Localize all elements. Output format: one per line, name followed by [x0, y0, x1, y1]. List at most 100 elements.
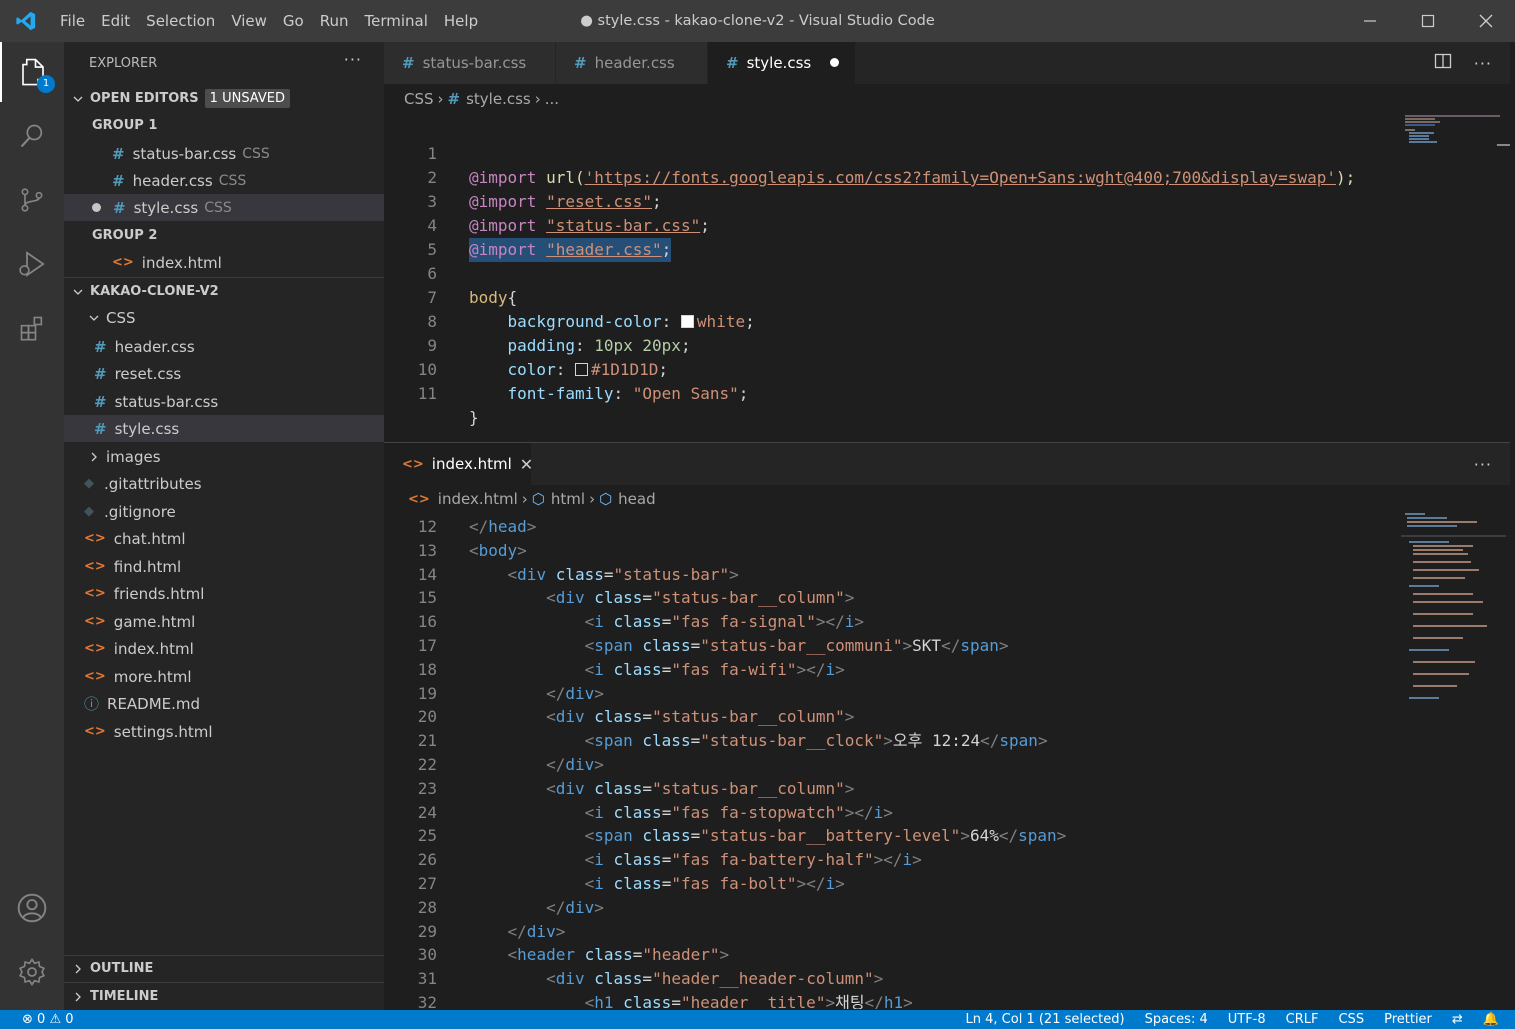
file-header-css[interactable]: # header.css	[64, 333, 384, 360]
activity-source-control[interactable]	[0, 170, 64, 230]
menu-go[interactable]: Go	[275, 0, 312, 42]
file-index-html[interactable]: <> index.html	[64, 635, 384, 662]
code-token: 오후 12:24	[892, 731, 981, 751]
code-token: "Open Sans"	[632, 384, 739, 403]
file-gitattributes[interactable]: ◆ .gitattributes	[64, 470, 384, 497]
open-editor-index-html[interactable]: <> index.html	[64, 249, 384, 276]
cursor-position[interactable]: Ln 4, Col 1 (21 selected)	[956, 1012, 1135, 1027]
line-number: 27	[417, 874, 437, 893]
unsaved-dot-icon[interactable]	[830, 58, 839, 67]
editor-actions: ···	[1434, 42, 1492, 84]
file-reset-css[interactable]: # reset.css	[64, 360, 384, 387]
file-name: index.html	[113, 639, 194, 658]
scrollbar-thumb[interactable]	[1496, 144, 1510, 146]
tab-header-css[interactable]: # header.css	[556, 42, 708, 84]
editor-more-button[interactable]: ···	[1474, 54, 1492, 73]
code-line: 24 <i class="fas fa-stopwatch"></i>	[384, 801, 1394, 825]
file-name: settings.html	[113, 722, 213, 741]
project-section[interactable]: KAKAO-CLONE-V2	[64, 278, 384, 305]
tab-style-css[interactable]: # style.css	[708, 42, 856, 84]
encoding[interactable]: UTF-8	[1218, 1012, 1276, 1027]
activity-extensions[interactable]	[0, 298, 64, 358]
file-readme-md[interactable]: ⓘ README.md	[64, 690, 384, 717]
breadcrumb-node[interactable]: head	[618, 490, 655, 508]
open-editors-section[interactable]: OPEN EDITORS 1 UNSAVED	[64, 85, 384, 112]
group2-header[interactable]: GROUP 2	[64, 222, 384, 249]
tab-index-html[interactable]: <> index.html ✕	[384, 443, 533, 485]
notifications-icon[interactable]: 🔔	[1473, 1012, 1515, 1027]
open-editor-style-css[interactable]: # style.css CSS	[64, 194, 384, 221]
breadcrumb-file[interactable]: style.css	[466, 90, 531, 108]
code-token: i	[825, 659, 836, 679]
file-find-html[interactable]: <> find.html	[64, 553, 384, 580]
unsaved-badge: 1 UNSAVED	[204, 89, 290, 108]
line-number: 19	[417, 683, 437, 703]
breadcrumb-file[interactable]: index.html	[438, 490, 518, 508]
file-friends-html[interactable]: <> friends.html	[64, 580, 384, 607]
file-style-css[interactable]: # style.css	[64, 415, 384, 442]
line-number: 28	[417, 897, 437, 917]
editor-more-button[interactable]: ···	[1474, 455, 1492, 474]
file-game-html[interactable]: <> game.html	[64, 608, 384, 635]
file-more-html[interactable]: <> more.html	[64, 663, 384, 690]
html-file-icon: <>	[84, 531, 106, 546]
explorer-more-button[interactable]: ···	[344, 50, 362, 69]
menu-help[interactable]: Help	[436, 0, 486, 42]
problems-indicator[interactable]: ⊗ 0 ⚠ 0	[0, 1012, 84, 1027]
code-token: </	[546, 755, 566, 774]
formatter[interactable]: Prettier	[1374, 1012, 1442, 1027]
code-content: <i class="fas fa-signal"></i>	[584, 612, 865, 632]
folder-images[interactable]: images	[64, 443, 384, 470]
minimap[interactable]	[1395, 114, 1510, 414]
timeline-section[interactable]: TIMELINE	[64, 983, 384, 1010]
code-editor-style-css[interactable]: 1 @import url('https://fonts.googleapis.…	[384, 114, 1510, 427]
maximize-button[interactable]	[1399, 0, 1457, 42]
code-editor-index-html[interactable]: 12 </head> 13 <body> 14 <div class="status-b…	[384, 513, 1510, 1009]
close-tab-icon[interactable]: ✕	[520, 455, 533, 474]
git-file-icon: ◆	[84, 476, 94, 491]
activity-accounts[interactable]	[0, 878, 64, 938]
breadcrumb-folder[interactable]: CSS	[404, 90, 434, 108]
unsaved-dot-icon[interactable]	[92, 203, 101, 212]
code-token: class	[642, 731, 691, 751]
open-editor-header-css[interactable]: # header.css CSS	[64, 167, 384, 194]
code-token: class	[613, 659, 662, 679]
activity-run-debug[interactable]	[0, 234, 64, 294]
indentation[interactable]: Spaces: 4	[1135, 1012, 1218, 1027]
breadcrumb-symbol[interactable]: ...	[545, 90, 559, 108]
menu-terminal[interactable]: Terminal	[357, 0, 436, 42]
code-line: 2 @import "reset.css";	[384, 142, 1394, 211]
menu-selection[interactable]: Selection	[138, 0, 223, 42]
outline-section[interactable]: OUTLINE	[64, 955, 384, 982]
vscode-logo-icon[interactable]	[0, 0, 52, 42]
menu-run[interactable]: Run	[312, 0, 357, 42]
menu-file[interactable]: File	[52, 0, 93, 42]
activity-search[interactable]	[0, 106, 64, 166]
split-editor-button[interactable]	[1434, 52, 1452, 74]
folder-name: images	[106, 447, 161, 466]
open-editor-status-bar-css[interactable]: # status-bar.css CSS	[64, 140, 384, 167]
group1-header[interactable]: GROUP 1	[64, 112, 384, 139]
end-of-line[interactable]: CRLF	[1276, 1012, 1329, 1027]
minimize-button[interactable]	[1341, 0, 1399, 42]
code-line: 22 </div>	[384, 753, 1394, 777]
file-gitignore[interactable]: ◆ .gitignore	[64, 498, 384, 525]
code-token: <	[584, 636, 595, 655]
activity-explorer[interactable]: 1	[0, 42, 64, 102]
code-token: <	[584, 802, 595, 822]
code-token: i	[844, 612, 855, 632]
breadcrumb-node[interactable]: html	[551, 490, 585, 508]
minimap[interactable]	[1395, 513, 1510, 713]
activity-manage[interactable]	[0, 942, 64, 1002]
file-status-bar-css[interactable]: # status-bar.css	[64, 388, 384, 415]
live-share-icon[interactable]: ⇄	[1442, 1012, 1473, 1027]
tab-status-bar-css[interactable]: # status-bar.css	[384, 42, 556, 84]
code-token: i	[873, 802, 884, 822]
folder-css[interactable]: CSS	[64, 304, 384, 331]
file-settings-html[interactable]: <> settings.html	[64, 718, 384, 745]
menu-edit[interactable]: Edit	[93, 0, 138, 42]
menu-view[interactable]: View	[223, 0, 275, 42]
close-button[interactable]	[1457, 0, 1515, 42]
language-mode[interactable]: CSS	[1328, 1012, 1374, 1027]
file-chat-html[interactable]: <> chat.html	[64, 525, 384, 552]
